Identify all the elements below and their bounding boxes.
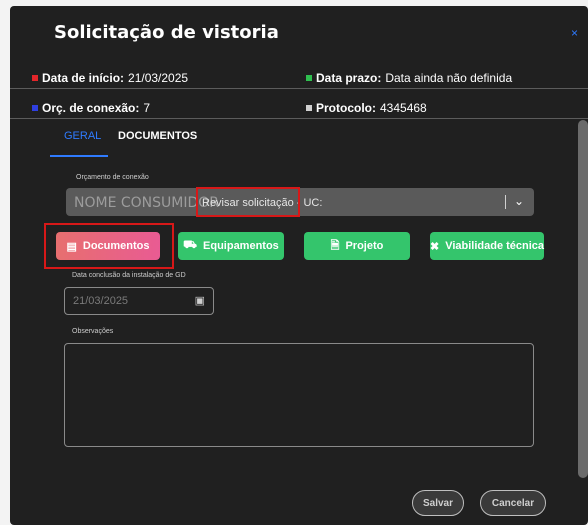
equipment-icon: ⛟ [183,239,198,251]
connection-select-label: Orçamento de conexão [76,174,149,181]
highlight-documents [44,223,174,269]
connection-budget-select[interactable]: NOME CONSUMIDOR Revisar solicitação - UC… [66,188,534,216]
info-row-budget: Orç. de conexão: 7 Protocolo: 4345468 [10,98,588,119]
start-date-value: 21/03/2025 [128,71,189,85]
deadline-value: Data ainda não definida [385,71,513,85]
feasibility-button[interactable]: ✖ Viabilidade técnica [430,232,544,260]
project-button[interactable]: 🗎 Projeto [304,232,410,260]
deadline-info: Data prazo: Data ainda não definida [306,71,512,85]
blue-square-icon [32,105,38,111]
observations-textarea[interactable] [64,343,534,447]
tools-icon: ✖ [429,240,440,253]
highlight-revisar [196,187,300,217]
feasibility-button-label: Viabilidade técnica [445,240,545,252]
start-date-info: Data de início: 21/03/2025 [32,71,188,85]
deadline-label: Data prazo: [316,71,382,85]
completion-date-label: Data conclusão da instalação de GD [72,272,186,279]
dialog-title: Solicitação de vistoria [54,22,279,43]
observations-label: Observações [72,328,114,335]
calendar-icon[interactable]: ▣ [195,294,205,307]
save-button[interactable]: Salvar [412,490,464,516]
budget-label: Orç. de conexão: [42,101,140,115]
completion-date-field[interactable]: 21/03/2025 ▣ [64,287,214,315]
tab-documentos[interactable]: DOCUMENTOS [118,130,197,142]
scrollbar[interactable] [578,120,588,478]
red-square-icon [32,75,38,81]
gray-square-icon [306,105,312,111]
chevron-down-icon[interactable]: ⌄ [514,194,524,208]
equipment-button-label: Equipamentos [203,240,279,252]
budget-info: Orç. de conexão: 7 [32,101,150,115]
completion-date-value: 21/03/2025 [73,295,129,307]
select-divider [505,195,506,209]
active-tab-indicator [50,155,108,157]
file-icon: 🗎 [330,239,340,252]
tab-geral[interactable]: GERAL [64,130,101,142]
inspection-request-dialog: Solicitação de vistoria × Data de início… [10,6,588,525]
start-date-label: Data de início: [42,71,125,85]
close-icon[interactable]: × [571,26,578,40]
budget-value: 7 [143,101,151,115]
protocol-label: Protocolo: [316,101,376,115]
protocol-value: 4345468 [380,101,427,115]
info-row-dates: Data de início: 21/03/2025 Data prazo: D… [10,68,588,89]
project-button-label: Projeto [345,240,384,252]
green-square-icon [306,75,312,81]
cancel-button[interactable]: Cancelar [480,490,546,516]
protocol-info: Protocolo: 4345468 [306,101,427,115]
equipment-button[interactable]: ⛟ Equipamentos [178,232,284,260]
